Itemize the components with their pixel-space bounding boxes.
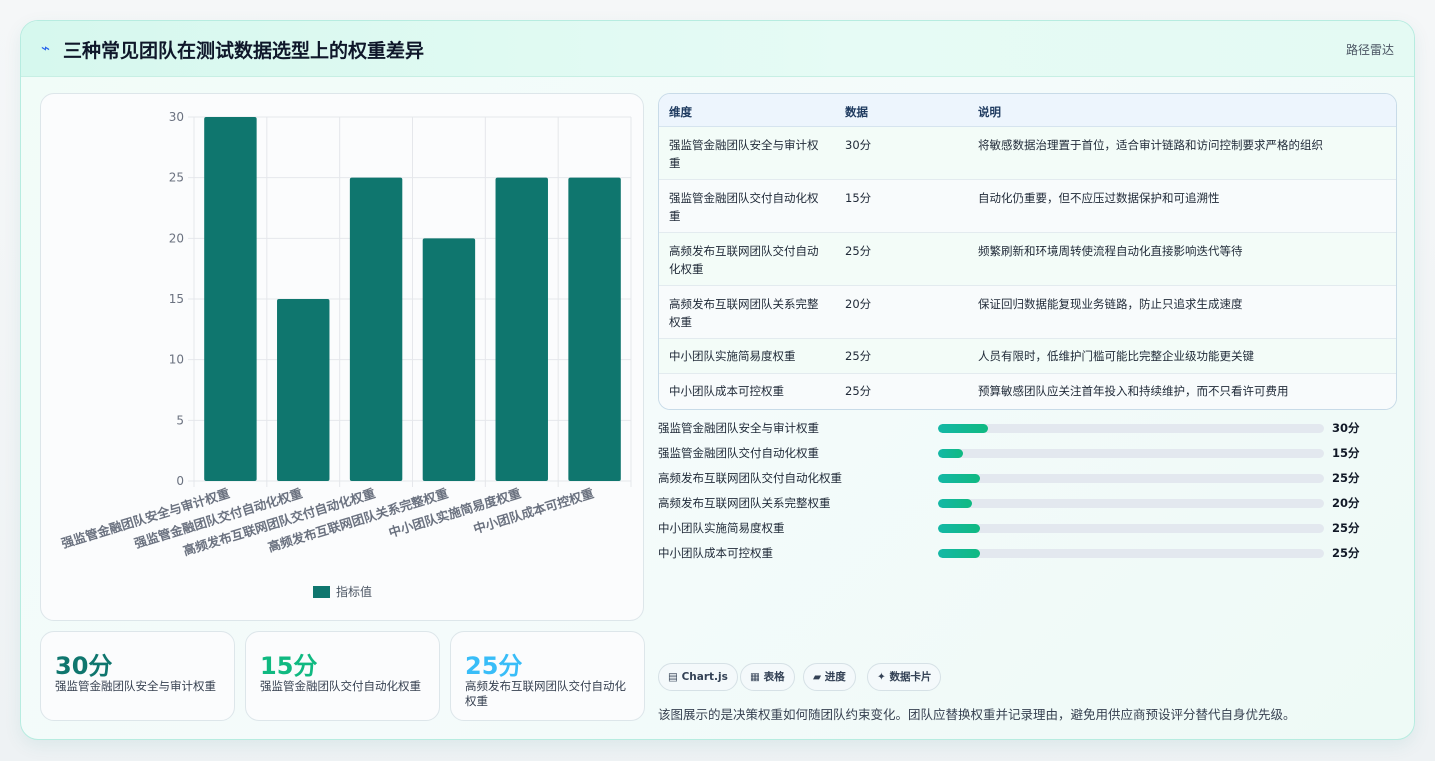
header-tag: 路径雷达 xyxy=(1345,43,1394,57)
legend-label: 指标值 xyxy=(336,584,372,599)
table-cell-data: 30分 xyxy=(845,138,872,152)
bar xyxy=(204,117,257,481)
bar-chart: 0 5 10 15 20 25 30 强监管金融团队安全与审计权重 强监管金融团队交付自动化权重… xyxy=(40,93,644,621)
progress-label: 强监管金融团队交付自动化权重 xyxy=(658,446,819,460)
table-cell-note: 自动化仍重要，但不应压过数据保护和可追溯性 xyxy=(978,191,1220,205)
table-cell-dimension: 强监管金融团队安全与审计权重 xyxy=(669,138,819,170)
kpi-value: 15分 xyxy=(260,652,318,680)
progress-fill xyxy=(938,424,989,433)
kpi-label: 高频发布互联网团队交付自动化权重 xyxy=(465,679,626,708)
kpi-label: 强监管金融团队交付自动化权重 xyxy=(260,679,421,693)
progress-track xyxy=(938,449,1324,458)
bar xyxy=(568,177,621,481)
y-tick-label: 15 xyxy=(169,292,184,306)
progress-row: 强监管金融团队安全与审计权重 30分 xyxy=(658,419,1378,437)
legend-swatch xyxy=(313,586,330,598)
table-cell-data: 25分 xyxy=(845,384,872,398)
kpi-card: 30分 强监管金融团队安全与审计权重 xyxy=(40,631,235,721)
y-tick-label: 20 xyxy=(169,231,184,245)
table-row: 高频发布互联网团队关系完整权重 20分 保证回归数据能复现业务链路，防止只追求生… xyxy=(659,286,1396,339)
table-cell-data: 15分 xyxy=(845,191,872,205)
y-tick-label: 5 xyxy=(176,413,184,427)
kpi-card: 25分 高频发布互联网团队交付自动化权重 xyxy=(450,631,645,721)
y-tick-label: 10 xyxy=(169,353,184,367)
progress-label: 高频发布互联网团队交付自动化权重 xyxy=(658,471,842,485)
progress-value: 25分 xyxy=(1332,471,1360,485)
kpi-value: 30分 xyxy=(55,652,113,680)
progress-row: 高频发布互联网团队关系完整权重 20分 xyxy=(658,494,1378,512)
column-header: 说明 xyxy=(978,105,1001,119)
bar xyxy=(277,299,330,481)
bar-chart-svg: 051015202530强监管金融团队安全与审计权重强监管金融团队交付自动化权重… xyxy=(60,110,632,599)
progress-value: 20分 xyxy=(1332,496,1360,510)
table-cell-dimension: 高频发布互联网团队交付自动化权重 xyxy=(669,244,819,276)
progress-fill xyxy=(938,524,980,533)
column-header: 数据 xyxy=(845,105,868,119)
card-header: ⌁ 三种常见团队在测试数据选型上的权重差异 路径雷达 xyxy=(21,21,1414,77)
main-card: ⌁ 三种常见团队在测试数据选型上的权重差异 路径雷达 0 5 10 15 20 25 30 强… xyxy=(20,20,1415,740)
progress-value: 30分 xyxy=(1332,421,1360,435)
progress-track xyxy=(938,474,1324,483)
progress-track xyxy=(938,524,1324,533)
data-table: 维度 数据 说明 强监管金融团队安全与审计权重 30分 将敏感数据治理置于首位，… xyxy=(658,93,1397,410)
table-cell-data: 25分 xyxy=(845,349,872,363)
table-cell-dimension: 中小团队成本可控权重 xyxy=(669,384,784,398)
progress-row: 中小团队实施简易度权重 25分 xyxy=(658,519,1378,537)
progress-track xyxy=(938,549,1324,558)
progress-value: 25分 xyxy=(1332,521,1360,535)
bolt-icon: ⌁ xyxy=(41,39,51,57)
bar xyxy=(349,177,403,481)
table-cell-data: 20分 xyxy=(845,297,872,311)
table-cell-dimension: 中小团队实施简易度权重 xyxy=(669,349,796,363)
table-row: 中小团队实施简易度权重 25分 人员有限时，低维护门槛可能比完整企业级功能更关键 xyxy=(659,339,1396,374)
table-cell-note: 预算敏感团队应关注首年投入和持续维护，而不只看许可费用 xyxy=(978,384,1289,398)
y-tick-label: 0 xyxy=(176,474,184,488)
table-row: 强监管金融团队交付自动化权重 15分 自动化仍重要，但不应压过数据保护和可追溯性 xyxy=(659,180,1396,233)
y-tick-label: 30 xyxy=(169,110,184,124)
progress-label: 中小团队实施简易度权重 xyxy=(658,521,785,535)
progress-fill xyxy=(938,499,972,508)
progress-fill xyxy=(938,549,980,558)
page-title: 三种常见团队在测试数据选型上的权重差异 xyxy=(63,40,425,62)
progress-track xyxy=(938,424,1324,433)
table-cell-dimension: 高频发布互联网团队关系完整权重 xyxy=(669,297,819,329)
tag-progress[interactable]: ▰ 进度 xyxy=(803,663,856,691)
column-header: 维度 xyxy=(669,105,692,119)
bar xyxy=(495,177,548,481)
tag-data-cards[interactable]: ✦ 数据卡片 xyxy=(867,663,942,691)
table-row: 中小团队成本可控权重 25分 预算敏感团队应关注首年投入和持续维护，而不只看许可… xyxy=(659,374,1396,409)
progress-label: 中小团队成本可控权重 xyxy=(658,546,773,560)
progress-label: 高频发布互联网团队关系完整权重 xyxy=(658,496,831,510)
progress-row: 中小团队成本可控权重 25分 xyxy=(658,544,1378,562)
table-cell-note: 将敏感数据治理置于首位，适合审计链路和访问控制要求严格的组织 xyxy=(978,138,1323,152)
kpi-label: 强监管金融团队安全与审计权重 xyxy=(55,679,216,693)
kpi-value: 25分 xyxy=(465,652,523,680)
table-cell-note: 人员有限时，低维护门槛可能比完整企业级功能更关键 xyxy=(978,349,1254,363)
progress-label: 强监管金融团队安全与审计权重 xyxy=(658,421,819,435)
tag-chartjs[interactable]: ▤ Chart.js xyxy=(658,663,738,691)
progress-fill xyxy=(938,449,964,458)
bar xyxy=(422,238,476,481)
table-cell-note: 保证回归数据能复现业务链路，防止只追求生成速度 xyxy=(978,297,1243,311)
y-tick-label: 25 xyxy=(169,171,184,185)
progress-row: 高频发布互联网团队交付自动化权重 25分 xyxy=(658,469,1378,487)
progress-fill xyxy=(938,474,980,483)
table-row: 高频发布互联网团队交付自动化权重 25分 频繁刷新和环境周转使流程自动化直接影响… xyxy=(659,233,1396,286)
footer-note: 该图展示的是决策权重如何随团队约束变化。团队应替换权重并记录理由，避免用供应商预… xyxy=(658,707,1296,722)
table-cell-data: 25分 xyxy=(845,244,872,258)
progress-list: 强监管金融团队安全与审计权重 30分 强监管金融团队交付自动化权重 15分 高频… xyxy=(658,417,1378,567)
table-header: 维度 数据 说明 xyxy=(659,94,1396,127)
table-cell-note: 频繁刷新和环境周转使流程自动化直接影响迭代等待 xyxy=(978,244,1243,258)
progress-row: 强监管金融团队交付自动化权重 15分 xyxy=(658,444,1378,462)
tag-table[interactable]: ▦ 表格 xyxy=(740,663,795,691)
progress-value: 25分 xyxy=(1332,546,1360,560)
progress-track xyxy=(938,499,1324,508)
x-tick-label: 中小团队成本可控权重 xyxy=(472,485,596,536)
progress-value: 15分 xyxy=(1332,446,1360,460)
kpi-card: 15分 强监管金融团队交付自动化权重 xyxy=(245,631,440,721)
table-row: 强监管金融团队安全与审计权重 30分 将敏感数据治理置于首位，适合审计链路和访问… xyxy=(659,127,1396,180)
table-cell-dimension: 强监管金融团队交付自动化权重 xyxy=(669,191,819,223)
